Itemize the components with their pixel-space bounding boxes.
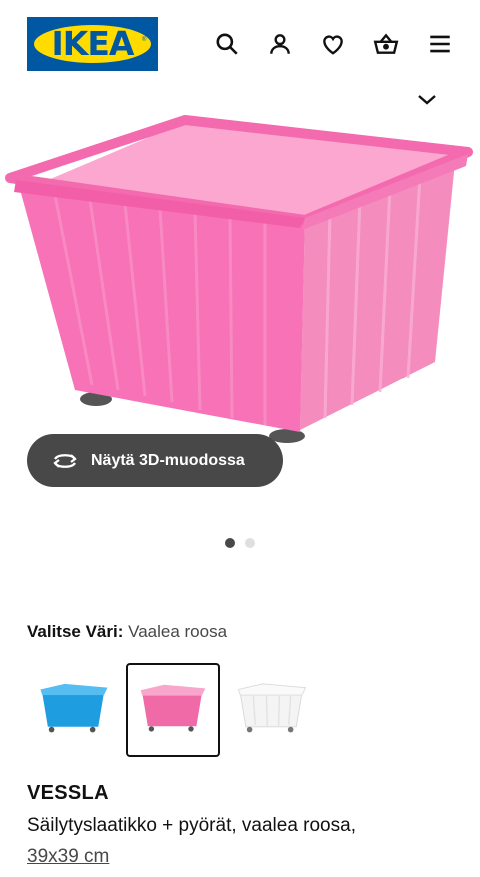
color-prompt: Valitse Väri: — [27, 622, 124, 641]
gallery-dot-2[interactable] — [245, 538, 255, 548]
view-3d-label: Näytä 3D-muodossa — [91, 451, 245, 469]
menu-icon[interactable] — [426, 30, 454, 58]
product-size-link[interactable]: 39x39 cm — [27, 846, 109, 868]
user-icon[interactable] — [266, 30, 294, 58]
color-swatch-white[interactable] — [225, 663, 319, 757]
color-swatch-pink[interactable] — [126, 663, 220, 757]
site-header: IKEA ® — [0, 0, 480, 90]
product-description: Säilytyslaatikko + pyörät, vaalea roosa, — [27, 815, 356, 836]
product-image[interactable] — [0, 100, 480, 460]
registered-mark: ® — [142, 37, 147, 43]
basket-icon[interactable] — [372, 30, 400, 58]
heart-icon[interactable] — [319, 30, 347, 58]
rotate-3d-icon — [53, 453, 77, 468]
color-selector-label: Valitse Väri: Vaalea roosa — [27, 622, 227, 642]
color-swatch-blue[interactable] — [27, 663, 121, 757]
view-3d-button[interactable]: Näytä 3D-muodossa — [27, 434, 283, 487]
selected-color-name: Vaalea roosa — [128, 622, 228, 641]
logo-text: IKEA — [51, 24, 135, 63]
gallery-dot-1[interactable] — [225, 538, 235, 548]
gallery-pagination — [0, 538, 480, 548]
product-name: VESSLA — [27, 782, 109, 804]
ikea-logo[interactable]: IKEA ® — [27, 17, 158, 71]
search-icon[interactable] — [213, 30, 241, 58]
